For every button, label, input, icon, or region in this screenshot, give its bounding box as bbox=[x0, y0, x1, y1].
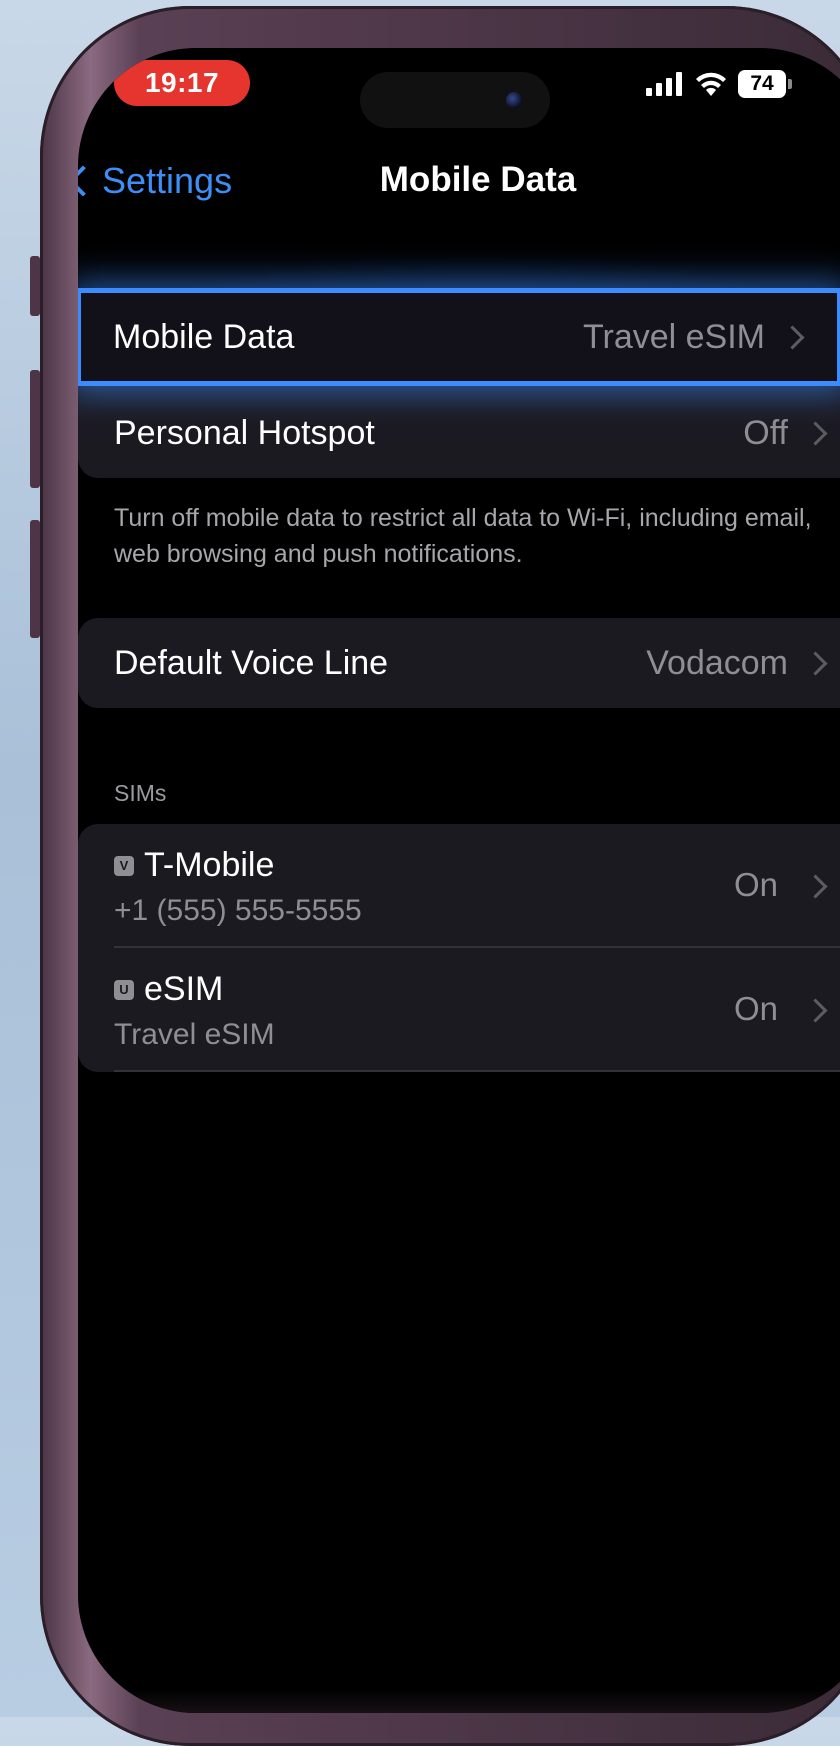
status-time: 19:17 bbox=[114, 60, 250, 106]
status-icons: 74 bbox=[646, 70, 792, 98]
chevron-right-icon bbox=[803, 651, 828, 676]
sim-badge-icon: V bbox=[114, 855, 134, 876]
dynamic-island bbox=[360, 72, 550, 128]
default-voice-line-row[interactable]: Default Voice Line Vodacom bbox=[78, 618, 840, 708]
row-value: Off bbox=[743, 413, 788, 452]
sim-name: U eSIM bbox=[114, 970, 223, 1009]
sims-section-header: SIMs bbox=[114, 780, 167, 806]
chevron-right-icon bbox=[803, 998, 828, 1023]
chevron-right-icon bbox=[803, 421, 828, 446]
sim-name: V T-Mobile bbox=[114, 846, 274, 885]
sim-status: On bbox=[733, 866, 778, 903]
mobile-data-footnote: Turn off mobile data to restrict all dat… bbox=[114, 504, 812, 568]
volume-down-button bbox=[30, 520, 40, 638]
battery-icon: 74 bbox=[738, 70, 792, 98]
volume-up-button bbox=[30, 370, 40, 488]
row-separator bbox=[114, 1070, 840, 1072]
cellular-signal-icon bbox=[646, 72, 682, 96]
sim-status: On bbox=[733, 990, 778, 1027]
mobile-data-row-highlighted: Mobile Data Travel eSIM bbox=[81, 293, 837, 381]
action-button bbox=[30, 256, 40, 316]
wifi-icon bbox=[696, 72, 726, 96]
sim-badge-icon: U bbox=[114, 979, 134, 1000]
sim-number: +1 (555) 555-5555 bbox=[114, 894, 362, 927]
sim-subtitle: Travel eSIM bbox=[114, 1018, 275, 1051]
voice-line-group: Default Voice Line Vodacom bbox=[78, 618, 840, 708]
chevron-right-icon bbox=[780, 325, 805, 350]
sims-group: V T-Mobile +1 (555) 555-5555 On U eSIM T… bbox=[78, 824, 840, 1072]
row-value: Vodacom bbox=[646, 643, 788, 682]
row-label: Mobile Data bbox=[113, 317, 295, 356]
row-value: Travel eSIM bbox=[582, 317, 765, 356]
chevron-right-icon bbox=[803, 874, 828, 899]
camera-icon bbox=[506, 92, 522, 108]
sim-name-label: eSIM bbox=[144, 970, 224, 1008]
sim-row-t-mobile[interactable]: V T-Mobile +1 (555) 555-5555 On bbox=[78, 824, 840, 948]
row-label: Personal Hotspot bbox=[114, 413, 375, 452]
bottom-bezel bbox=[78, 1688, 840, 1713]
sim-row-esim[interactable]: U eSIM Travel eSIM On bbox=[78, 948, 840, 1072]
sim-name-label: T-Mobile bbox=[144, 846, 275, 884]
phone-screen: 19:17 74 Settings Mobile Data Mobile Dat… bbox=[78, 48, 840, 1713]
row-label: Default Voice Line bbox=[114, 643, 389, 682]
page-title: Mobile Data bbox=[379, 160, 577, 199]
mobile-data-highlight[interactable]: Mobile Data Travel eSIM bbox=[78, 288, 840, 386]
personal-hotspot-row[interactable]: Personal Hotspot Off bbox=[78, 388, 840, 478]
